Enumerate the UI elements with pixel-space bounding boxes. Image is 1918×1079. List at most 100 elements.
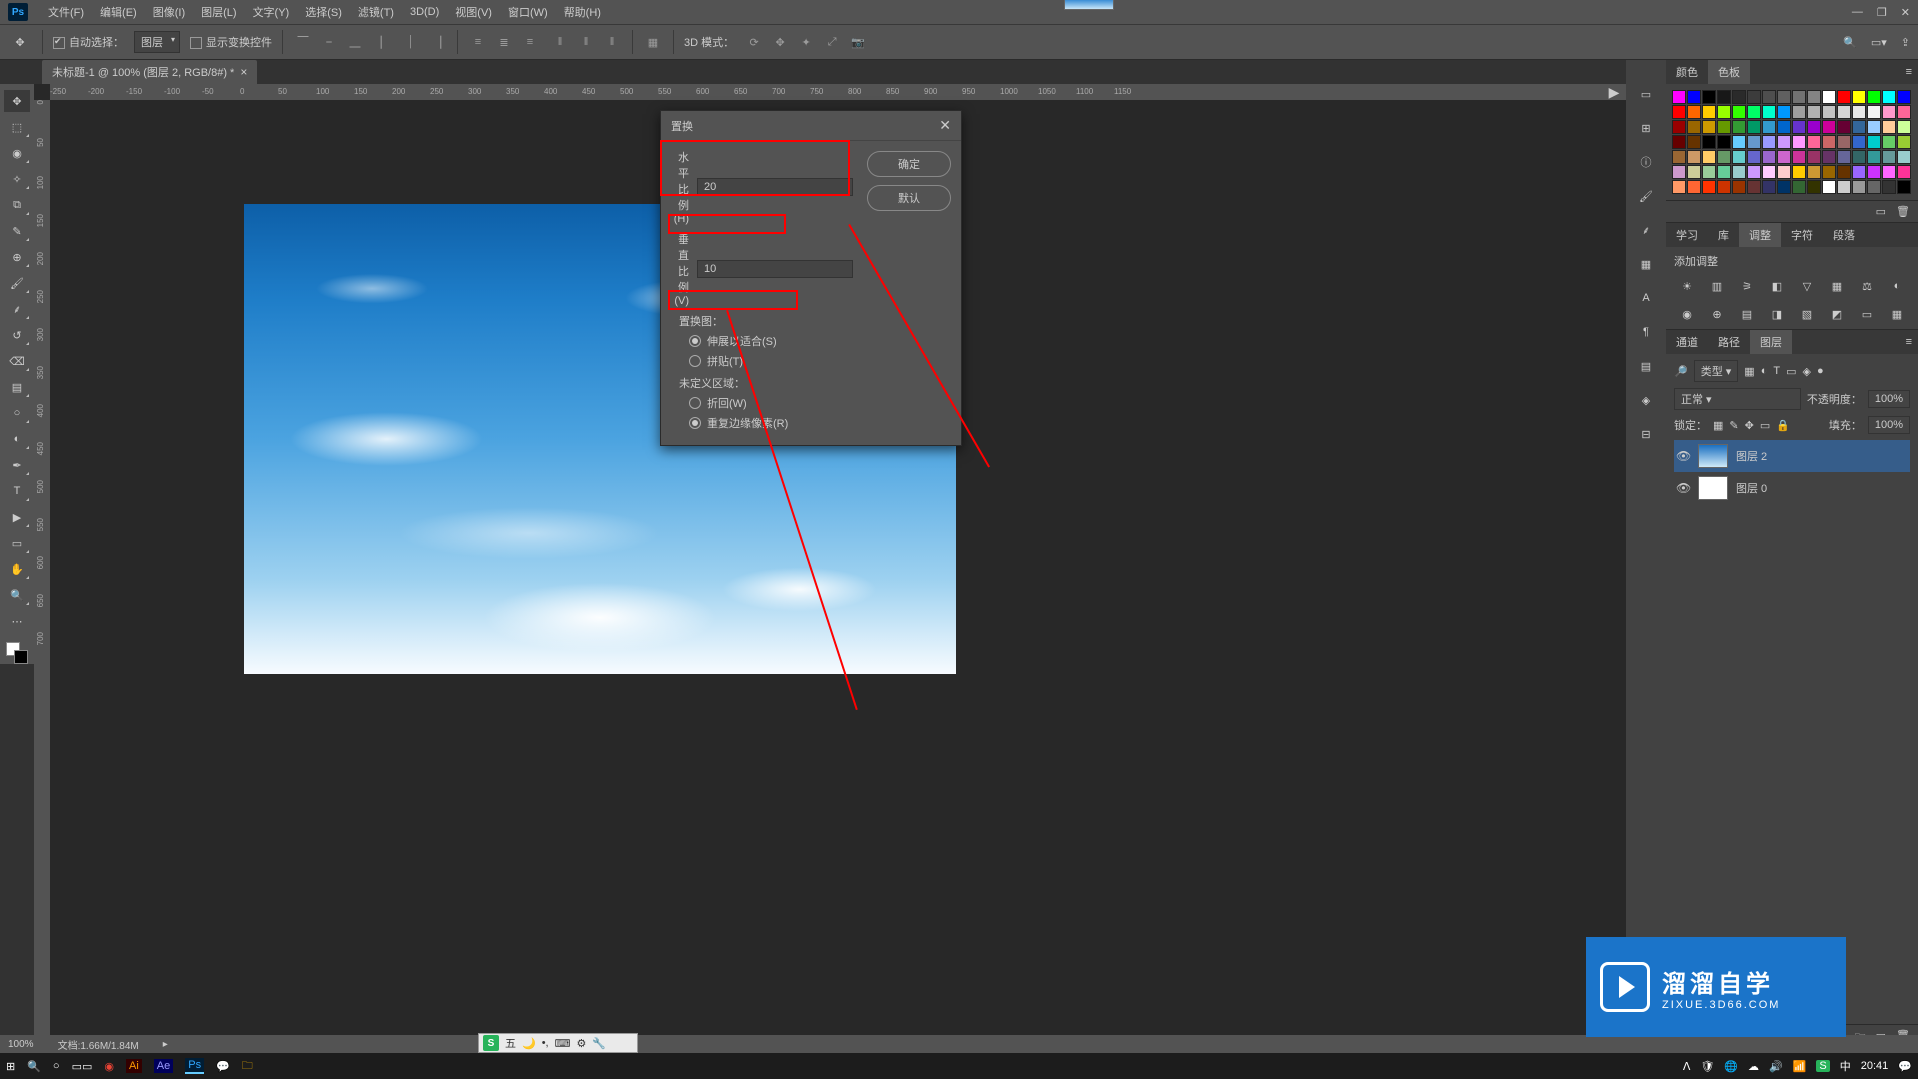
aftereffects-icon[interactable]: Ae (154, 1059, 173, 1073)
swatch-cell[interactable] (1852, 135, 1866, 149)
swatch-cell[interactable] (1897, 90, 1911, 104)
lock-move-icon[interactable]: ✥ (1745, 419, 1754, 432)
pen-tool[interactable]: ✒ (4, 454, 30, 476)
channels-panel-icon[interactable]: ⊟ (1635, 424, 1657, 444)
swatch-cell[interactable] (1867, 90, 1881, 104)
photo-filter-icon[interactable]: ◉ (1677, 305, 1697, 323)
history-brush-tool[interactable]: ↺ (4, 324, 30, 346)
swatch-cell[interactable] (1747, 105, 1761, 119)
swatch-cell[interactable] (1822, 105, 1836, 119)
posterize-icon[interactable]: ▧ (1797, 305, 1817, 323)
bw-icon[interactable]: ◐ (1887, 277, 1907, 295)
lasso-tool[interactable]: ◉ (4, 142, 30, 164)
tab-swatches[interactable]: 色板 (1708, 60, 1750, 84)
tab-learn[interactable]: 学习 (1666, 223, 1708, 247)
layer-thumbnail[interactable] (1698, 444, 1728, 468)
swatch-cell[interactable] (1777, 120, 1791, 134)
maximize-icon[interactable]: ❐ (1877, 6, 1887, 19)
menu-view[interactable]: 视图(V) (447, 0, 500, 24)
menu-help[interactable]: 帮助(H) (556, 0, 609, 24)
swatch-cell[interactable] (1807, 120, 1821, 134)
filter-pixel-icon[interactable]: ▦ (1744, 365, 1754, 378)
swatch-cell[interactable] (1732, 165, 1746, 179)
dodge-tool[interactable]: ◐ (4, 428, 30, 450)
tab-adjustments[interactable]: 调整 (1739, 223, 1781, 247)
character-panel-icon[interactable]: A (1635, 288, 1657, 308)
swatch-cell[interactable] (1672, 150, 1686, 164)
edit-toolbar[interactable]: ⋯ (4, 610, 30, 632)
swatch-cell[interactable] (1837, 120, 1851, 134)
swatch-cell[interactable] (1882, 120, 1896, 134)
swatch-cell[interactable] (1717, 180, 1731, 194)
swatch-cell[interactable] (1897, 165, 1911, 179)
swatch-cell[interactable] (1837, 90, 1851, 104)
align-vcenter-icon[interactable]: ⎯ (319, 32, 339, 52)
timeline-play-icon[interactable]: ▶ (1602, 82, 1626, 102)
swatch-cell[interactable] (1687, 180, 1701, 194)
swatch-cell[interactable] (1687, 165, 1701, 179)
swatch-cell[interactable] (1807, 150, 1821, 164)
distribute-vcenter-icon[interactable]: ≣ (494, 32, 514, 52)
swatch-cell[interactable] (1717, 150, 1731, 164)
swatch-cell[interactable] (1762, 165, 1776, 179)
swatch-cell[interactable] (1852, 165, 1866, 179)
hand-tool[interactable]: ✋ (4, 558, 30, 580)
swatch-cell[interactable] (1777, 135, 1791, 149)
auto-select-dropdown[interactable]: 图层 ▾ (134, 31, 180, 53)
swatch-cell[interactable] (1732, 120, 1746, 134)
blur-tool[interactable]: ○ (4, 402, 30, 424)
swatch-cell[interactable] (1702, 135, 1716, 149)
swatch-cell[interactable] (1777, 165, 1791, 179)
swatch-cell[interactable] (1732, 135, 1746, 149)
swatch-cell[interactable] (1897, 120, 1911, 134)
swatch-cell[interactable] (1897, 105, 1911, 119)
swatch-cell[interactable] (1732, 105, 1746, 119)
swatch-cell[interactable] (1897, 180, 1911, 194)
swatch-cell[interactable] (1672, 180, 1686, 194)
heal-tool[interactable]: ⊕ (4, 246, 30, 268)
swatch-cell[interactable] (1747, 180, 1761, 194)
swatch-cell[interactable] (1762, 135, 1776, 149)
swatch-cell[interactable] (1882, 135, 1896, 149)
visibility-toggle-icon[interactable]: 👁 (1676, 449, 1690, 463)
crop-tool[interactable]: ⧉ (4, 194, 30, 216)
swatch-cell[interactable] (1702, 165, 1716, 179)
menu-edit[interactable]: 编辑(E) (92, 0, 145, 24)
wechat-icon[interactable]: 💬 (216, 1060, 230, 1073)
brightness-icon[interactable]: ☀ (1677, 277, 1697, 295)
navigator-panel-icon[interactable]: ▦ (1635, 254, 1657, 274)
swatch-cell[interactable] (1717, 120, 1731, 134)
tray-wifi-icon[interactable]: 📶 (1793, 1060, 1807, 1073)
swatch-cell[interactable] (1807, 165, 1821, 179)
document-tab[interactable]: 未标题-1 @ 100% (图层 2, RGB/8#) * × (42, 60, 257, 84)
photoshop-taskbar-icon[interactable]: Ps (185, 1058, 204, 1074)
swatch-cell[interactable] (1792, 120, 1806, 134)
stamp-tool[interactable]: ⸙ (4, 298, 30, 320)
illustrator-icon[interactable]: Ai (126, 1059, 142, 1073)
layers-panel-icon[interactable]: ◈ (1635, 390, 1657, 410)
swatch-cell[interactable] (1717, 135, 1731, 149)
curves-icon[interactable]: ⚞ (1737, 277, 1757, 295)
swatch-cell[interactable] (1807, 105, 1821, 119)
default-button[interactable]: 默认 (867, 185, 951, 211)
swatch-cell[interactable] (1747, 150, 1761, 164)
visibility-toggle-icon[interactable]: 👁 (1676, 481, 1690, 495)
color-balance-icon[interactable]: ⚖ (1857, 277, 1877, 295)
tray-chevron-icon[interactable]: ᐱ (1683, 1060, 1691, 1073)
tab-color[interactable]: 颜色 (1666, 60, 1708, 84)
search-icon[interactable]: 🔍 (1843, 36, 1857, 49)
swatch-cell[interactable] (1822, 180, 1836, 194)
lock-pixels-icon[interactable]: ▦ (1713, 419, 1723, 432)
swatch-cell[interactable] (1717, 105, 1731, 119)
distribute-top-icon[interactable]: ≡ (468, 32, 488, 52)
swatch-cell[interactable] (1702, 180, 1716, 194)
swatch-cell[interactable] (1702, 90, 1716, 104)
swatch-cell[interactable] (1867, 180, 1881, 194)
swatch-cell[interactable] (1717, 90, 1731, 104)
layer-thumbnail[interactable] (1698, 476, 1728, 500)
swatch-cell[interactable] (1687, 105, 1701, 119)
task-view-icon[interactable]: ▭▭ (72, 1060, 93, 1073)
levels-icon[interactable]: ▥ (1707, 277, 1727, 295)
history-panel-icon[interactable]: ▭ (1635, 84, 1657, 104)
tab-paths[interactable]: 路径 (1708, 330, 1750, 354)
